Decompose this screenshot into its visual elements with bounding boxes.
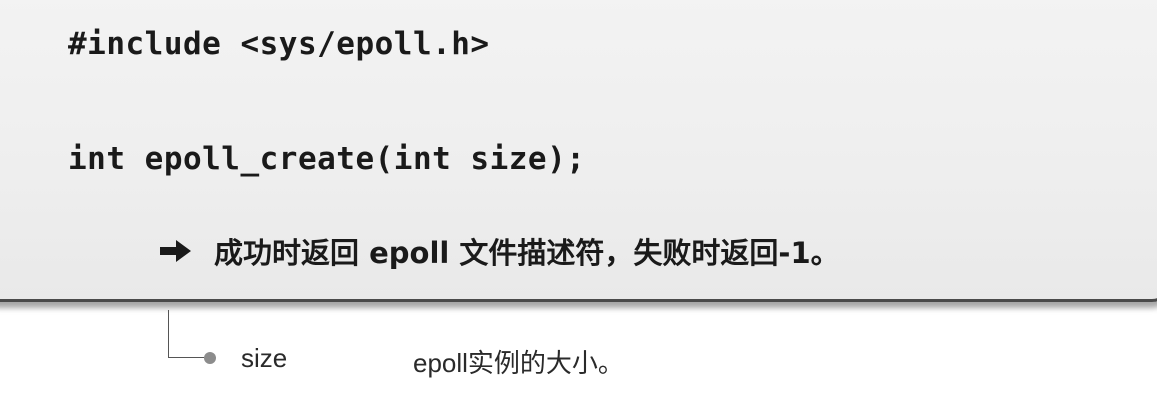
param-row-size: size epoll实例的大小。 [168,310,868,385]
bullet-dot-icon [204,352,216,364]
include-line: #include <sys/epoll.h> [68,26,490,62]
return-value-line: 成功时返回 epoll 文件描述符，失败时返回-1。 [158,230,840,272]
param-description: epoll实例的大小。 [413,348,624,378]
arrow-right-icon [160,240,191,262]
function-prototype: int epoll_create(int size); [68,141,586,177]
return-description: 成功时返回 epoll 文件描述符，失败时返回-1。 [214,236,840,270]
param-name: size [241,343,288,373]
connector-line [168,310,204,358]
